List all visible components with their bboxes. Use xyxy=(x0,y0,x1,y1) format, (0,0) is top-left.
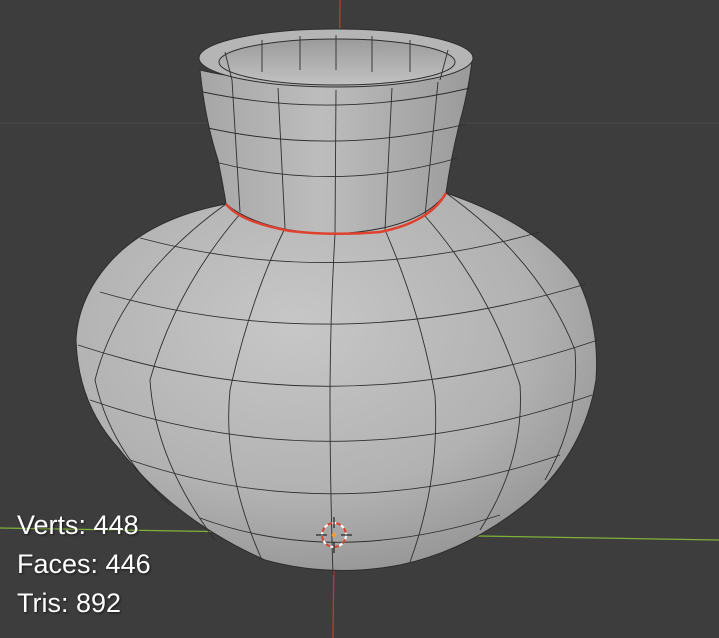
faces-value: 446 xyxy=(105,549,151,579)
vase-mouth-inner xyxy=(218,38,456,86)
scene-statistics-overlay: Verts: 448 Faces: 446 Tris: 892 xyxy=(17,506,151,623)
tris-label: Tris: xyxy=(17,588,69,618)
faces-label: Faces: xyxy=(17,549,99,579)
verts-stat: Verts: 448 xyxy=(17,506,151,545)
tris-value: 892 xyxy=(76,588,122,618)
verts-value: 448 xyxy=(93,510,139,540)
tris-stat: Tris: 892 xyxy=(17,584,151,623)
faces-stat: Faces: 446 xyxy=(17,545,151,584)
verts-label: Verts: xyxy=(17,510,87,540)
3d-viewport[interactable]: Verts: 448 Faces: 446 Tris: 892 xyxy=(0,0,719,638)
